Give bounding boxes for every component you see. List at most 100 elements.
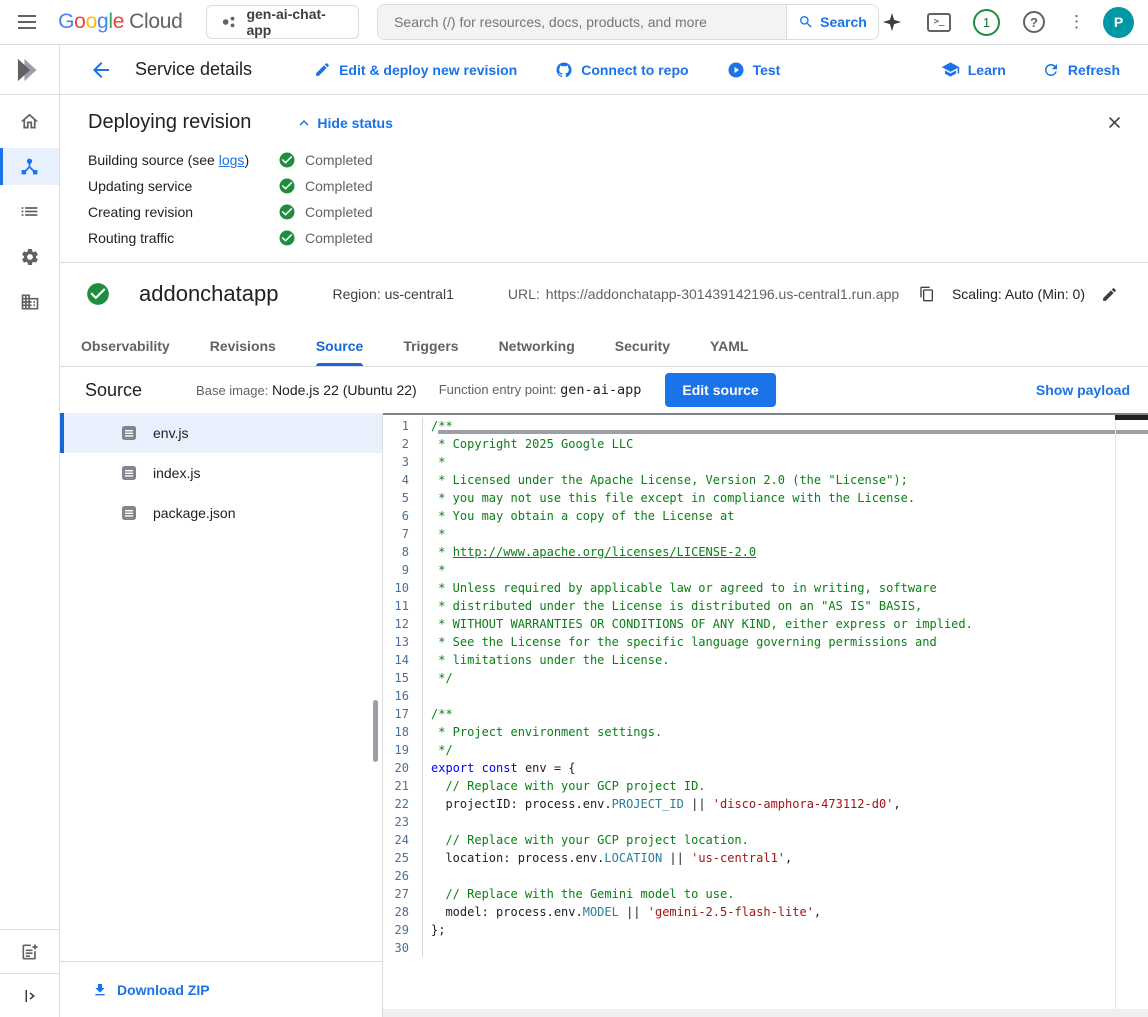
tab-networking[interactable]: Networking xyxy=(499,325,575,366)
service-region: Region: us-central1 xyxy=(332,286,453,302)
code-line: 30 xyxy=(383,939,1148,957)
gemini-sparkle-icon[interactable] xyxy=(879,9,905,35)
file-item-package.json[interactable]: package.json xyxy=(60,493,382,533)
project-selector[interactable]: gen-ai-chat-app xyxy=(206,5,359,39)
edit-scaling-icon[interactable] xyxy=(1101,286,1118,303)
close-icon[interactable] xyxy=(1102,110,1126,134)
hide-status-toggle[interactable]: Hide status xyxy=(295,114,392,132)
collapse-nav-icon[interactable] xyxy=(0,973,59,1017)
file-panel-scrollbar[interactable] xyxy=(373,700,378,762)
page-action-bar: Service details Edit & deploy new revisi… xyxy=(60,45,1148,95)
line-number: 25 xyxy=(383,849,423,867)
help-icon[interactable]: ? xyxy=(1021,9,1047,35)
editor-rule xyxy=(438,430,1148,434)
edit-deploy-button[interactable]: Edit & deploy new revision xyxy=(314,61,517,78)
line-number: 21 xyxy=(383,777,423,795)
line-number: 12 xyxy=(383,615,423,633)
google-wordmark: Google xyxy=(58,10,124,34)
tab-source[interactable]: Source xyxy=(316,325,363,366)
code-line: 16 xyxy=(383,687,1148,705)
line-number: 17 xyxy=(383,705,423,723)
search-icon xyxy=(798,14,814,30)
search-button[interactable]: Search xyxy=(786,5,878,39)
download-zip-button[interactable]: Download ZIP xyxy=(60,961,382,1017)
file-item-index.js[interactable]: index.js xyxy=(60,453,382,493)
notifications-badge[interactable]: 1 xyxy=(973,9,1000,36)
tab-triggers[interactable]: Triggers xyxy=(403,325,458,366)
deploy-step: Routing traffic Completed xyxy=(88,225,1120,251)
project-icon xyxy=(221,14,236,30)
hide-status-label: Hide status xyxy=(317,115,392,131)
step-status: Completed xyxy=(278,177,373,195)
code-line: 4 * Licensed under the Apache License, V… xyxy=(383,471,1148,489)
search-field[interactable] xyxy=(378,5,786,39)
code-line: 8 * http://www.apache.org/licenses/LICEN… xyxy=(383,543,1148,561)
copy-icon[interactable] xyxy=(919,285,935,303)
google-cloud-logo[interactable]: Google Cloud xyxy=(58,10,182,34)
source-toolbar: Source Base image: Node.js 22 (Ubuntu 22… xyxy=(60,367,1148,413)
code-line: 13 * See the License for the specific la… xyxy=(383,633,1148,651)
download-icon xyxy=(92,982,108,998)
sidebar-item-home[interactable] xyxy=(0,103,59,140)
check-circle-icon xyxy=(278,203,296,221)
settings-icon xyxy=(20,247,40,267)
sidebar-item-services[interactable] xyxy=(0,148,59,185)
service-name: addonchatapp xyxy=(139,281,278,307)
step-label: Building source (see logs) xyxy=(88,152,278,168)
file-item-env.js[interactable]: env.js xyxy=(60,413,382,453)
step-label: Routing traffic xyxy=(88,230,278,246)
service-status-check-icon xyxy=(85,281,111,307)
code-line: 11 * distributed under the License is di… xyxy=(383,597,1148,615)
test-button[interactable]: Test xyxy=(727,61,781,79)
step-status-text: Completed xyxy=(305,230,373,246)
tab-observability[interactable]: Observability xyxy=(81,325,170,366)
edit-source-button[interactable]: Edit source xyxy=(665,373,775,407)
help-glyph: ? xyxy=(1030,15,1038,30)
release-notes-icon[interactable] xyxy=(0,929,59,973)
code-line: 7 * xyxy=(383,525,1148,543)
tab-bar: Observability Revisions Source Triggers Netw… xyxy=(60,325,1148,367)
graduation-cap-icon xyxy=(941,60,960,79)
avatar[interactable]: P xyxy=(1103,7,1134,38)
tab-revisions[interactable]: Revisions xyxy=(210,325,276,366)
sidebar-item-list[interactable] xyxy=(0,193,59,230)
action-buttons: Edit & deploy new revision Connect to re… xyxy=(314,61,780,79)
cloud-shell-icon[interactable]: >_ xyxy=(926,9,952,35)
refresh-label: Refresh xyxy=(1068,62,1120,78)
code-lines: 1/**2 * Copyright 2025 Google LLC3 *4 * … xyxy=(383,415,1148,957)
entry-point-label: Function entry point: xyxy=(439,382,557,397)
pencil-icon xyxy=(314,61,331,78)
back-arrow-icon[interactable] xyxy=(89,58,113,82)
menu-icon[interactable] xyxy=(12,6,42,38)
deploy-step: Updating serviceCompleted xyxy=(88,173,1120,199)
service-header: addonchatapp Region: us-central1 URL: ht… xyxy=(60,263,1148,325)
tab-security[interactable]: Security xyxy=(615,325,670,366)
code-line: 12 * WITHOUT WARRANTIES OR CONDITIONS OF… xyxy=(383,615,1148,633)
search-input[interactable] xyxy=(394,14,770,30)
connect-repo-button[interactable]: Connect to repo xyxy=(555,61,688,79)
logs-link[interactable]: logs xyxy=(219,152,245,168)
editor-scrollbar-thumb[interactable] xyxy=(1115,415,1148,420)
tab-yaml[interactable]: YAML xyxy=(710,325,748,366)
sidebar-item-organization[interactable] xyxy=(0,283,59,320)
sidebar-item-settings[interactable] xyxy=(0,238,59,275)
more-options-icon[interactable]: ⋮ xyxy=(1068,12,1082,32)
editor-scrollbar[interactable] xyxy=(1115,415,1148,1009)
editor-horizontal-scrollbar[interactable] xyxy=(383,1009,1148,1017)
line-number: 7 xyxy=(383,525,423,543)
file-icon xyxy=(121,505,137,521)
refresh-button[interactable]: Refresh xyxy=(1042,61,1120,79)
line-number: 23 xyxy=(383,813,423,831)
code-line: 19 */ xyxy=(383,741,1148,759)
code-line: 18 * Project environment settings. xyxy=(383,723,1148,741)
avatar-initial: P xyxy=(1114,14,1123,30)
notification-count: 1 xyxy=(983,15,990,30)
line-number: 16 xyxy=(383,687,423,705)
home-icon xyxy=(19,111,40,132)
file-tree-panel: env.jsindex.jspackage.json Download ZIP xyxy=(60,413,383,1017)
show-payload-link[interactable]: Show payload xyxy=(1036,382,1130,398)
code-editor[interactable]: 1/**2 * Copyright 2025 Google LLC3 *4 * … xyxy=(383,413,1148,1017)
line-number: 27 xyxy=(383,885,423,903)
learn-button[interactable]: Learn xyxy=(941,60,1006,79)
step-status-text: Completed xyxy=(305,178,373,194)
